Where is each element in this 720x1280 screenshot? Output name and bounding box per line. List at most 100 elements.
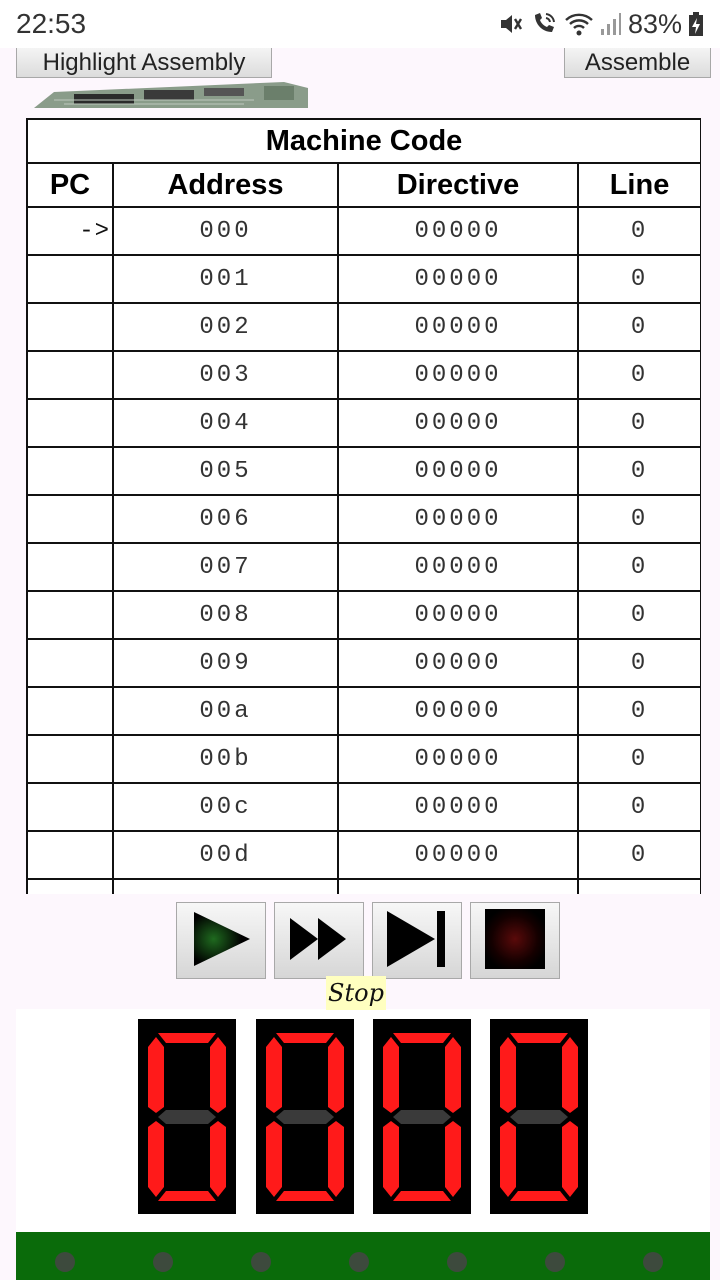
- stop-icon: [484, 908, 546, 974]
- status-time: 22:53: [16, 8, 87, 39]
- pc-cell: [26, 446, 114, 496]
- segment-f: [266, 1037, 282, 1113]
- segment-a: [393, 1033, 451, 1043]
- circuit-board-image: [34, 78, 308, 108]
- address-cell: 003: [112, 350, 339, 400]
- directive-cell: 00000: [337, 830, 579, 880]
- line-cell: 0: [576, 734, 701, 784]
- machine-code-table-container[interactable]: Machine Code PC Address Directive Line -…: [26, 118, 701, 894]
- address-cell: [112, 878, 339, 894]
- header-address: Address: [112, 162, 339, 208]
- segment-b: [210, 1037, 226, 1113]
- segment-e: [500, 1121, 516, 1197]
- segment-g: [510, 1110, 568, 1124]
- segment-c: [562, 1121, 578, 1197]
- pc-cell: [26, 302, 114, 352]
- fast-forward-icon: [288, 914, 350, 968]
- segment-e: [383, 1121, 399, 1197]
- segment-f: [383, 1037, 399, 1113]
- header-directive: Directive: [337, 162, 579, 208]
- status-icons: 83%: [498, 9, 704, 40]
- battery-percent: 83%: [627, 8, 682, 39]
- line-cell: 0: [576, 254, 701, 304]
- table-row: 005 00000 0: [26, 446, 701, 496]
- highlight-assembly-button[interactable]: Highlight Assembly: [16, 48, 272, 78]
- address-cell: 001: [112, 254, 339, 304]
- segment-d: [510, 1191, 568, 1201]
- header-pc: PC: [26, 162, 114, 208]
- address-cell: 002: [112, 302, 339, 352]
- address-cell: 00a: [112, 686, 339, 736]
- step-button[interactable]: [372, 902, 462, 979]
- pc-cell: [26, 494, 114, 544]
- directive-cell: 00000: [337, 398, 579, 448]
- address-cell: 009: [112, 638, 339, 688]
- seven-segment-display: [16, 1009, 710, 1232]
- address-cell: 00b: [112, 734, 339, 784]
- segment-g: [393, 1110, 451, 1124]
- seven-segment-digit: [138, 1019, 236, 1214]
- wifi-call-icon: [530, 11, 558, 37]
- led-indicator: [55, 1252, 75, 1272]
- table-row: 004 00000 0: [26, 398, 701, 448]
- line-cell: 0: [576, 830, 701, 880]
- line-cell: 0: [576, 590, 701, 640]
- pc-cell: ->: [26, 206, 114, 256]
- pc-cell: [26, 830, 114, 880]
- pc-cell: [26, 878, 114, 894]
- segment-b: [445, 1037, 461, 1113]
- line-cell: 0: [576, 494, 701, 544]
- led-indicator: [643, 1252, 663, 1272]
- run-button[interactable]: [176, 902, 266, 979]
- line-cell: 0: [576, 350, 701, 400]
- segment-c: [328, 1121, 344, 1197]
- table-row: 001 00000 0: [26, 254, 701, 304]
- table-caption: Machine Code: [26, 118, 701, 164]
- pc-cell: [26, 782, 114, 832]
- table-row: 008 00000 0: [26, 590, 701, 640]
- address-cell: 00c: [112, 782, 339, 832]
- segment-b: [562, 1037, 578, 1113]
- led-indicator: [447, 1252, 467, 1272]
- led-board: [16, 1232, 710, 1280]
- address-cell: 006: [112, 494, 339, 544]
- pc-cell: [26, 350, 114, 400]
- segment-g: [276, 1110, 334, 1124]
- step-icon: [385, 908, 449, 974]
- line-cell: 0: [576, 638, 701, 688]
- directive-cell: 00000: [337, 782, 579, 832]
- fast-forward-button[interactable]: [274, 902, 364, 979]
- run-controls: [176, 902, 562, 980]
- led-indicator: [545, 1252, 565, 1272]
- address-cell: 000: [112, 206, 339, 256]
- directive-cell: 00000: [337, 302, 579, 352]
- line-cell: 0: [576, 542, 701, 592]
- directive-cell: [337, 878, 579, 894]
- segment-f: [148, 1037, 164, 1113]
- assemble-button[interactable]: Assemble: [564, 48, 711, 78]
- segment-d: [276, 1191, 334, 1201]
- address-cell: 008: [112, 590, 339, 640]
- table-row: 006 00000 0: [26, 494, 701, 544]
- segment-c: [210, 1121, 226, 1197]
- led-indicator: [153, 1252, 173, 1272]
- segment-d: [158, 1191, 216, 1201]
- directive-cell: 00000: [337, 254, 579, 304]
- segment-e: [266, 1121, 282, 1197]
- stop-button[interactable]: [470, 902, 560, 979]
- directive-cell: 00000: [337, 206, 579, 256]
- seven-segment-digit: [256, 1019, 354, 1214]
- table-row: 00a 00000 0: [26, 686, 701, 736]
- line-cell: 0: [576, 302, 701, 352]
- line-cell: 0: [576, 446, 701, 496]
- directive-cell: 00000: [337, 590, 579, 640]
- led-indicator: [251, 1252, 271, 1272]
- table-row: 00d 00000 0: [26, 830, 701, 880]
- seven-segment-digit: [490, 1019, 588, 1214]
- table-row: 003 00000 0: [26, 350, 701, 400]
- pc-cell: [26, 542, 114, 592]
- segment-c: [445, 1121, 461, 1197]
- header-line: Line: [576, 162, 701, 208]
- directive-cell: 00000: [337, 494, 579, 544]
- mute-icon: [498, 11, 524, 37]
